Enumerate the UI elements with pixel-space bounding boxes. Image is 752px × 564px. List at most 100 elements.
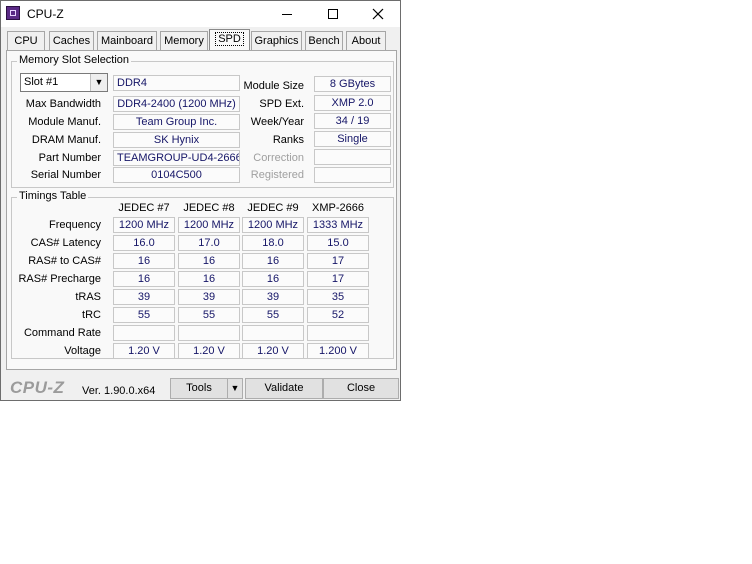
timings-cell: 35 — [307, 289, 369, 305]
timings-cell: 55 — [113, 307, 175, 323]
timings-cell: 16 — [242, 253, 304, 269]
timings-col-header: JEDEC #7 — [118, 202, 170, 214]
version-text: Ver. 1.90.0.x64 — [82, 385, 156, 397]
part-number-value: TEAMGROUP-UD4-2666 — [113, 150, 240, 166]
timings-cell: 16 — [113, 253, 175, 269]
timings-col-header: XMP-2666 — [312, 202, 364, 214]
timings-cell: 16 — [178, 253, 240, 269]
timings-cell: 17 — [307, 271, 369, 287]
timings-col-header: JEDEC #8 — [183, 202, 235, 214]
timings-row-label: RAS# to CAS# — [28, 255, 101, 267]
part-number-label: Part Number — [38, 152, 101, 164]
slot-select-value: Slot #1 — [24, 76, 59, 88]
serial-number-value: 0104C500 — [113, 167, 240, 183]
serial-number-label: Serial Number — [30, 169, 101, 181]
registered-value — [314, 167, 391, 183]
validate-button[interactable]: Validate — [245, 378, 323, 399]
cpuz-window: CPU-Z CPU Caches Mainboard Memory SPD Gr… — [0, 0, 401, 401]
timings-cell — [307, 325, 369, 341]
timings-cell: 16 — [242, 271, 304, 287]
module-manuf-label: Module Manuf. — [28, 116, 101, 128]
chevron-down-icon: ▼ — [230, 383, 240, 393]
slot-select[interactable]: Slot #1 ▼ — [20, 73, 108, 92]
max-bandwidth-value: DDR4-2400 (1200 MHz) — [113, 96, 240, 112]
close-window-button[interactable] — [355, 1, 401, 27]
chevron-down-icon: ▼ — [90, 74, 107, 91]
maximize-icon — [328, 9, 338, 19]
minimize-icon — [282, 14, 292, 15]
window-title: CPU-Z — [27, 7, 64, 21]
timings-cell: 15.0 — [307, 235, 369, 251]
dram-manuf-value: SK Hynix — [113, 132, 240, 148]
timings-cell: 52 — [307, 307, 369, 323]
timings-row-label: CAS# Latency — [30, 237, 101, 249]
tab-about[interactable]: About — [346, 31, 386, 50]
module-manuf-value: Team Group Inc. — [113, 114, 240, 130]
spd-panel: Memory Slot Selection Slot #1 ▼ DDR4 Max… — [6, 50, 397, 370]
timings-row-label: tRAS — [75, 291, 101, 303]
timings-cell: 1200 MHz — [242, 217, 304, 233]
tools-button[interactable]: Tools — [170, 378, 228, 399]
ranks-label: Ranks — [272, 134, 304, 146]
module-size-label: Module Size — [243, 80, 304, 92]
timings-cell: 1.20 V — [242, 343, 304, 359]
timings-cell: 17 — [307, 253, 369, 269]
tab-mainboard[interactable]: Mainboard — [97, 31, 157, 50]
timings-cell: 16 — [178, 271, 240, 287]
tab-cpu[interactable]: CPU — [7, 31, 45, 50]
cpuz-app-icon — [6, 6, 20, 20]
tools-dropdown-button[interactable]: ▼ — [227, 378, 243, 399]
timings-cell: 1.200 V — [307, 343, 369, 359]
dram-manuf-label: DRAM Manuf. — [31, 134, 101, 146]
timings-row-label: Command Rate — [23, 327, 101, 339]
correction-value — [314, 149, 391, 165]
tab-graphics[interactable]: Graphics — [251, 31, 302, 50]
module-size-value: 8 GBytes — [314, 76, 391, 92]
timings-cell: 55 — [178, 307, 240, 323]
spd-ext-label: SPD Ext. — [259, 98, 304, 110]
timings-cell: 18.0 — [242, 235, 304, 251]
week-year-value: 34 / 19 — [314, 113, 391, 129]
timings-cell — [113, 325, 175, 341]
correction-label: Correction — [253, 152, 304, 164]
timings-cell: 39 — [242, 289, 304, 305]
timings-row-label: Voltage — [64, 345, 101, 357]
timings-cell: 39 — [178, 289, 240, 305]
timings-cell: 39 — [113, 289, 175, 305]
timings-cell — [242, 325, 304, 341]
tab-memory[interactable]: Memory — [160, 31, 208, 50]
spd-ext-value: XMP 2.0 — [314, 95, 391, 111]
timings-group-title: Timings Table — [17, 190, 89, 202]
memory-slot-group-title: Memory Slot Selection — [17, 54, 132, 66]
timings-row-label: tRC — [82, 309, 101, 321]
timings-group: Timings Table JEDEC #7 JEDEC #8 JEDEC #9… — [11, 190, 394, 359]
title-bar[interactable]: CPU-Z — [1, 1, 400, 27]
timings-col-header: JEDEC #9 — [247, 202, 299, 214]
timings-cell: 55 — [242, 307, 304, 323]
memory-type-value: DDR4 — [113, 75, 240, 91]
timings-cell: 16 — [113, 271, 175, 287]
maximize-button[interactable] — [310, 1, 356, 27]
timings-row-label: RAS# Precharge — [18, 273, 101, 285]
timings-cell — [178, 325, 240, 341]
timings-cell: 17.0 — [178, 235, 240, 251]
week-year-label: Week/Year — [250, 116, 304, 128]
max-bandwidth-label: Max Bandwidth — [25, 98, 101, 110]
close-icon — [372, 8, 384, 20]
memory-slot-group: Memory Slot Selection Slot #1 ▼ DDR4 Max… — [11, 54, 394, 188]
timings-cell: 16.0 — [113, 235, 175, 251]
close-button[interactable]: Close — [323, 378, 399, 399]
ranks-value: Single — [314, 131, 391, 147]
timings-cell: 1333 MHz — [307, 217, 369, 233]
timings-cell: 1200 MHz — [113, 217, 175, 233]
timings-row-label: Frequency — [49, 219, 101, 231]
minimize-button[interactable] — [264, 1, 310, 27]
tab-spd[interactable]: SPD — [209, 29, 250, 51]
registered-label: Registered — [250, 169, 304, 181]
tab-bench[interactable]: Bench — [305, 31, 343, 50]
timings-cell: 1.20 V — [113, 343, 175, 359]
timings-cell: 1200 MHz — [178, 217, 240, 233]
cpuz-logo: CPU-Z — [10, 378, 65, 397]
tab-caches[interactable]: Caches — [49, 31, 94, 50]
timings-cell: 1.20 V — [178, 343, 240, 359]
